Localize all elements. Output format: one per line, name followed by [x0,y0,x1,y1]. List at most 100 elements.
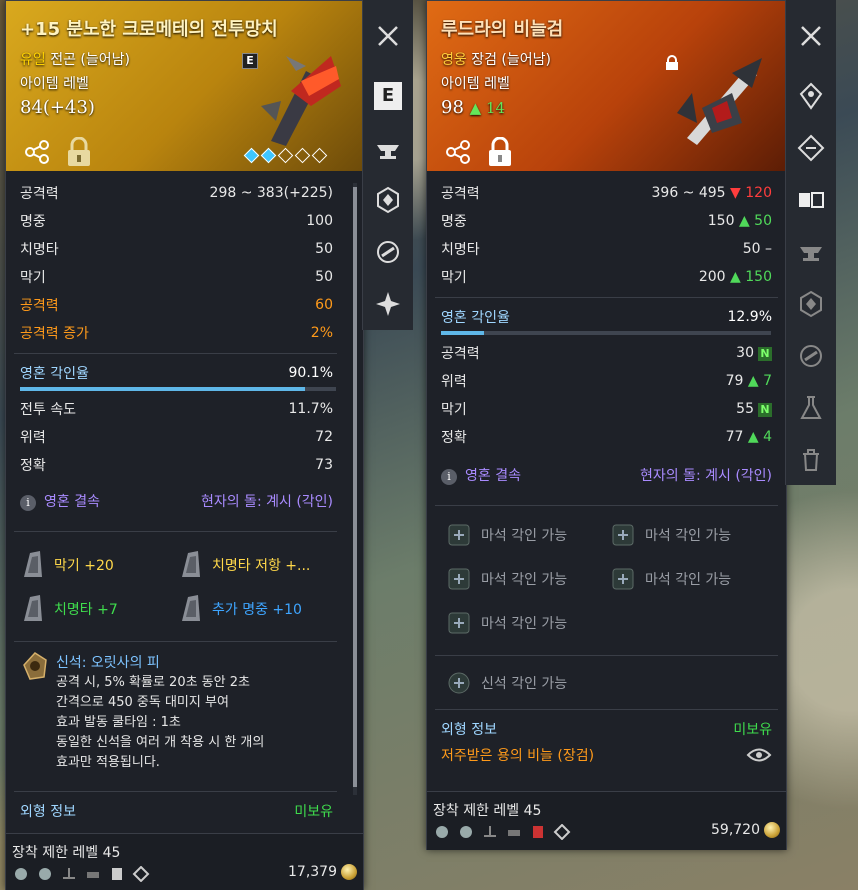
hand-icon [87,872,99,878]
stat-value: 72 [315,429,333,445]
arrow-up-icon: ▲ [747,429,759,445]
card-icon [112,868,122,880]
gem-filled-icon [243,147,260,164]
stat-diff-value: 4 [763,429,772,445]
shield-gem-icon[interactable] [797,290,825,318]
divider [435,709,778,710]
stat-label: 명중 [441,214,467,230]
stat-diff: ▲ 4 [748,429,772,445]
star-icon[interactable] [374,290,402,318]
appearance-label: 외형 정보 [441,722,497,738]
slot-text: 마석 각인 가능 [645,528,732,544]
stat-label: 치명타 [441,242,480,258]
info-icon[interactable]: i [441,469,457,485]
trade-icon [39,868,51,880]
gem-empty-icon [311,147,328,164]
map-pin-icon[interactable] [797,82,825,110]
stat-value-wrap: 79 ▲ 7 [726,373,772,389]
share-icon[interactable] [24,139,50,165]
stat-label: 공격력 [20,186,59,202]
engraving-text: 추가 명중 +10 [212,602,302,618]
soul-bond-label: 영혼 결속 [465,468,521,484]
stat-label: 공격력 [441,346,480,362]
stat-label: 공격력 증가 [20,326,89,342]
engraving-stone-icon [182,551,200,577]
sell-price: 59,720 [711,822,780,838]
gem-icon [553,824,571,840]
diamond-swap-icon[interactable] [797,134,825,162]
stat-value: 396 ~ 495 [651,185,726,201]
arrow-down-icon: ▼ [730,185,741,201]
link-icon[interactable] [374,238,402,266]
trade-icon [460,826,472,838]
manastone-slot: 마석 각인 가능 [447,567,567,591]
card-icon [533,826,543,838]
soul-bond-label-wrap: i 영혼 결속 [20,491,100,511]
item-header: 루드라의 비늘검 영웅 장검 (늘어남) 아이템 레벨 98 ▲ 14 [427,1,786,171]
scale-icon [63,868,75,879]
trash-icon[interactable] [797,446,825,474]
soul-stat-row: 공격력 30 N [441,341,772,365]
flask-icon[interactable] [797,394,825,422]
item-type: 전곤 (늘어남) [50,52,130,68]
arrow-up-icon: ▲ [747,373,759,389]
anvil-icon[interactable] [797,238,825,266]
engraving-item: 치명타 +7 [20,591,118,627]
stat-row: 막기 50 [20,265,333,289]
lock-icon[interactable] [66,137,92,167]
preview-eye-icon[interactable] [746,746,772,764]
stat-label: 공격력 [441,186,480,202]
arrow-up-icon: ▲ [469,99,482,117]
stat-diff: ▲ 50 [739,213,772,229]
stat-label: 치명타 [20,242,59,258]
close-icon[interactable] [374,22,402,50]
anvil-icon[interactable] [374,136,402,164]
level-diff-value: 14 [485,99,506,117]
soul-engraving-bar-fill [20,387,305,391]
enchant-e-icon[interactable]: E [374,82,402,110]
empty-slot-plus-icon [448,568,470,590]
scrollbar[interactable] [353,183,357,795]
godstone-icon [23,652,47,680]
stat-label: 막기 [441,270,467,286]
stat-diff: ▲ 150 [730,269,772,285]
stat-value: 55 [736,401,754,417]
divider [14,641,337,642]
kinah-coin-icon [341,864,357,880]
trade-icon [15,868,27,880]
item-header: +15 분노한 크로메테의 전투망치 유일 전곤 (늘어남) E 아이템 레벨 … [6,1,363,171]
divider [14,353,337,354]
manastone-slot: 마석 각인 가능 [447,611,567,635]
stat-label: 공격력 [20,298,59,314]
stat-value: 73 [315,457,333,473]
stat-value: 2% [310,325,333,341]
grade-label: 유일 [20,52,46,68]
empty-slot-plus-icon [612,524,634,546]
soul-bond-value: 현자의 돌: 계시 (각인) [639,468,772,484]
stat-value-wrap: 150 ▲ 50 [708,213,772,229]
stat-value: 30 [736,345,754,361]
soul-engraving-bar [441,331,771,335]
new-badge-icon: N [758,347,772,361]
empty-godstone-plus-icon [448,672,470,694]
stat-value: 11.7% [288,401,333,417]
item-level-label: 아이템 레벨 [20,76,89,92]
scrollbar-thumb[interactable] [353,187,357,787]
manastone-slot: 마석 각인 가능 [611,567,731,591]
close-icon[interactable] [797,22,825,50]
shield-gem-icon[interactable] [374,186,402,214]
stat-label: 막기 [441,402,467,418]
stat-value: 50 [315,269,333,285]
manastone-slot: 마석 각인 가능 [447,523,567,547]
kinah-coin-icon [764,822,780,838]
bonus-stat-row: 공격력 증가 2% [20,321,333,345]
soul-stat-row: 위력 79 ▲ 7 [441,369,772,393]
compare-icon[interactable] [797,186,825,214]
godstone-line: 동일한 신석을 여러 개 착용 시 한 개의 [56,735,265,750]
item-grade: 유일 전곤 (늘어남) [20,49,130,69]
share-icon[interactable] [445,139,471,165]
link-icon[interactable] [797,342,825,370]
engraving-item: 추가 명중 +10 [178,591,302,627]
lock-icon[interactable] [487,137,513,167]
info-icon[interactable]: i [20,495,36,511]
